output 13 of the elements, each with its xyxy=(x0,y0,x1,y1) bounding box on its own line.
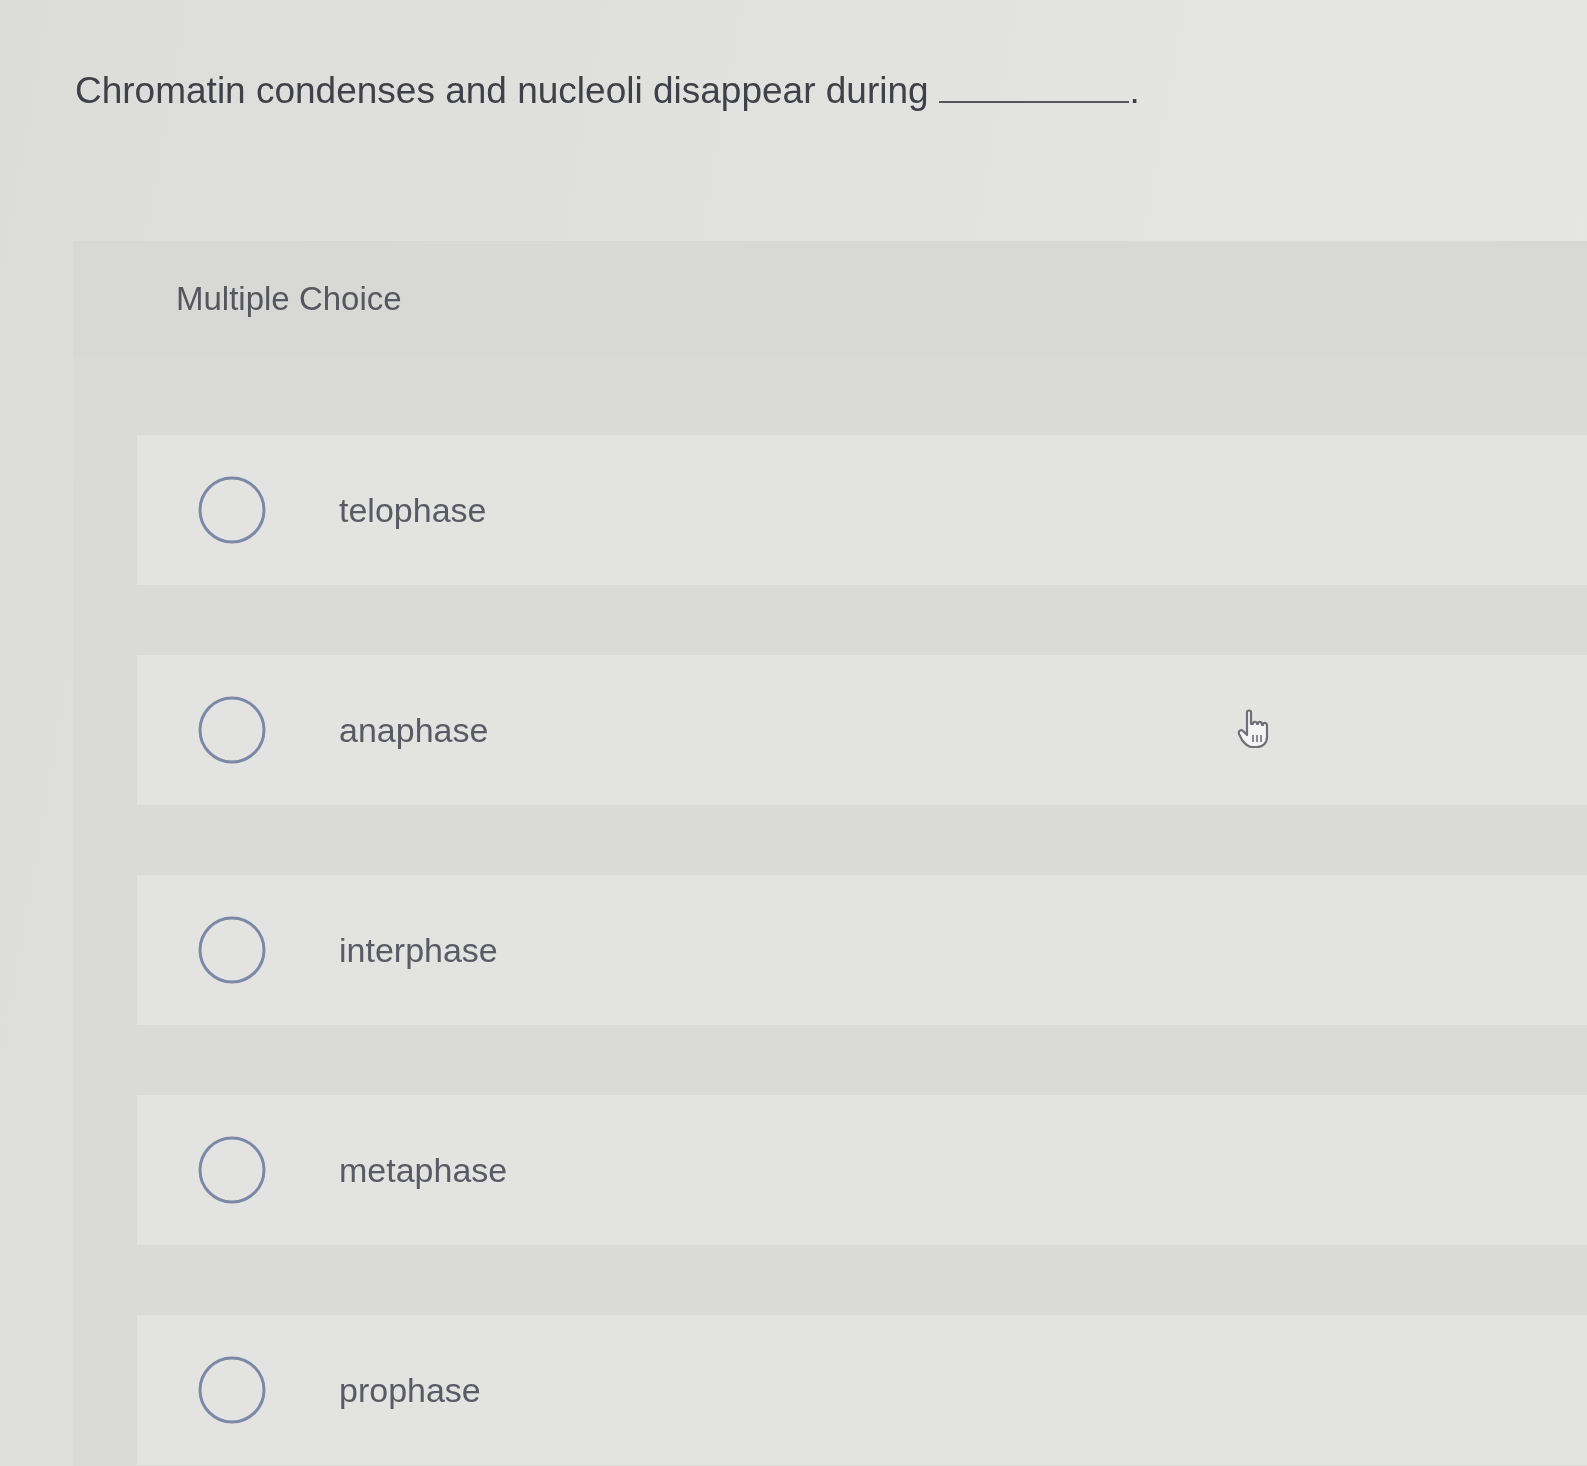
radio-button[interactable] xyxy=(198,1356,266,1424)
question-period: . xyxy=(1129,70,1140,112)
question-text: Chromatin condenses and nucleoli disappear during xyxy=(75,70,929,112)
radio-button[interactable] xyxy=(198,476,266,544)
answer-option[interactable]: telophase xyxy=(137,435,1587,585)
answer-option[interactable]: anaphase xyxy=(137,655,1587,805)
answer-option[interactable]: interphase xyxy=(137,875,1587,1025)
radio-button[interactable] xyxy=(198,696,266,764)
answer-option[interactable]: metaphase xyxy=(137,1095,1587,1245)
question-type-label: Multiple Choice xyxy=(176,279,402,318)
radio-button[interactable] xyxy=(198,916,266,984)
radio-button[interactable] xyxy=(198,1136,266,1204)
answer-option[interactable]: prophase xyxy=(137,1315,1587,1465)
